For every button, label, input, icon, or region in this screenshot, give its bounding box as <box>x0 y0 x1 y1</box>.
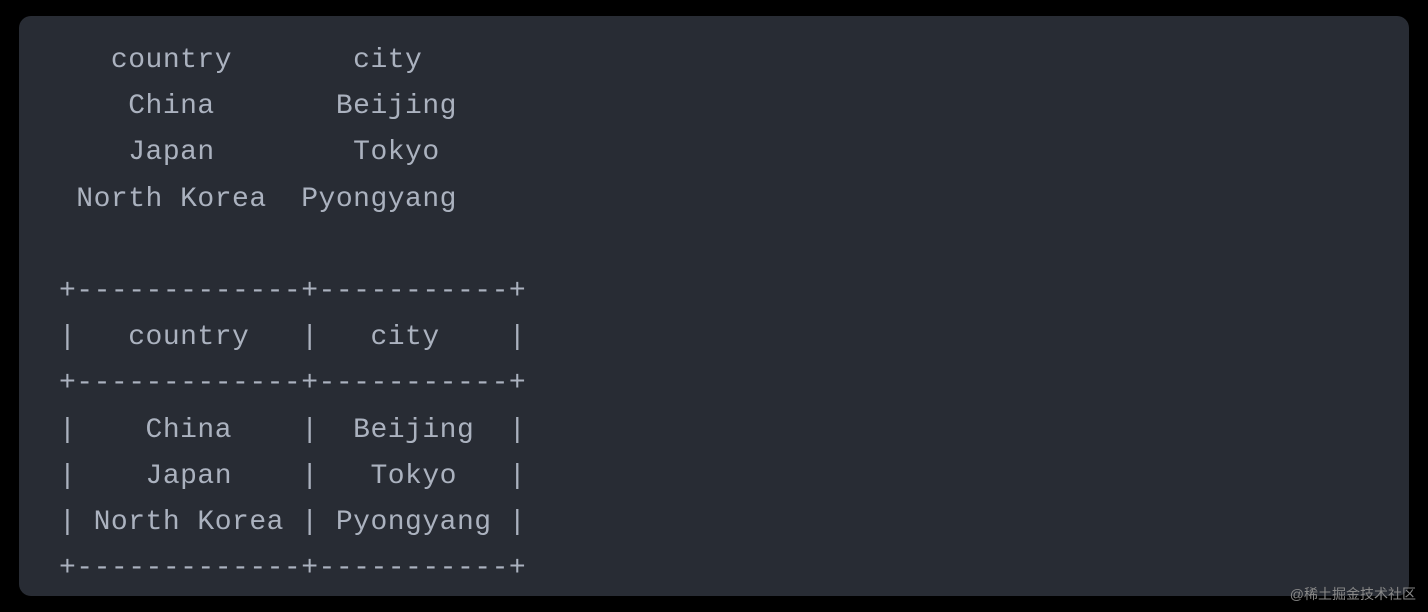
bordered-table-row: | North Korea | Pyongyang | <box>59 507 526 538</box>
simple-table-row: North Korea Pyongyang <box>59 184 457 215</box>
bordered-table-border: +-------------+-----------+ <box>59 368 526 399</box>
terminal-window: country city China Beijing Japan Tokyo N… <box>19 16 1409 596</box>
bordered-table-border: +-------------+-----------+ <box>59 276 526 307</box>
bordered-table-border: +-------------+-----------+ <box>59 553 526 584</box>
bordered-table-row: | China | Beijing | <box>59 415 526 446</box>
simple-table-row: Japan Tokyo <box>59 137 440 168</box>
watermark: @稀土掘金技术社区 <box>1290 584 1416 604</box>
bordered-table-row: | Japan | Tokyo | <box>59 461 526 492</box>
simple-table-header-row: country city <box>59 45 422 76</box>
terminal-output: country city China Beijing Japan Tokyo N… <box>59 38 1369 592</box>
simple-table-row: China Beijing <box>59 91 457 122</box>
bordered-table-header-row: | country | city | <box>59 322 526 353</box>
